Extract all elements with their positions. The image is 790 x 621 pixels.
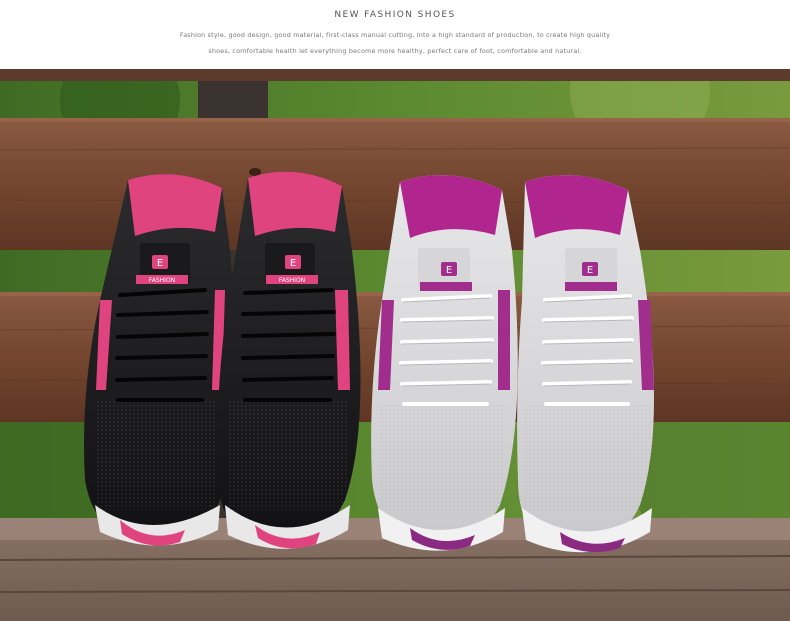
- logo-letter: E: [157, 258, 163, 269]
- logo-letter-4: E: [587, 265, 593, 276]
- page-title: NEW FASHION SHOES: [334, 10, 456, 20]
- logo-letter-3: E: [446, 265, 452, 276]
- description-line-2: shoes, comfortable health let everything…: [208, 47, 582, 55]
- grey-purple-sneaker-left: E: [371, 175, 518, 551]
- header-banner: NEW FASHION SHOES Fashion style, good de…: [0, 0, 790, 69]
- product-page: NEW FASHION SHOES Fashion style, good de…: [0, 0, 790, 621]
- logo-letter-2: E: [290, 258, 296, 269]
- tongue-label-2: FASHION: [279, 277, 305, 284]
- tongue-label: FASHION: [149, 277, 175, 284]
- grey-purple-sneaker-right: E: [517, 175, 654, 553]
- description-line-1: Fashion style, good design, good materia…: [179, 31, 611, 39]
- product-photo: E FASHION E FASHION E E: [0, 69, 790, 621]
- product-photo-svg: E FASHION E FASHION E E: [0, 69, 790, 621]
- bench-top-rail: [0, 69, 790, 81]
